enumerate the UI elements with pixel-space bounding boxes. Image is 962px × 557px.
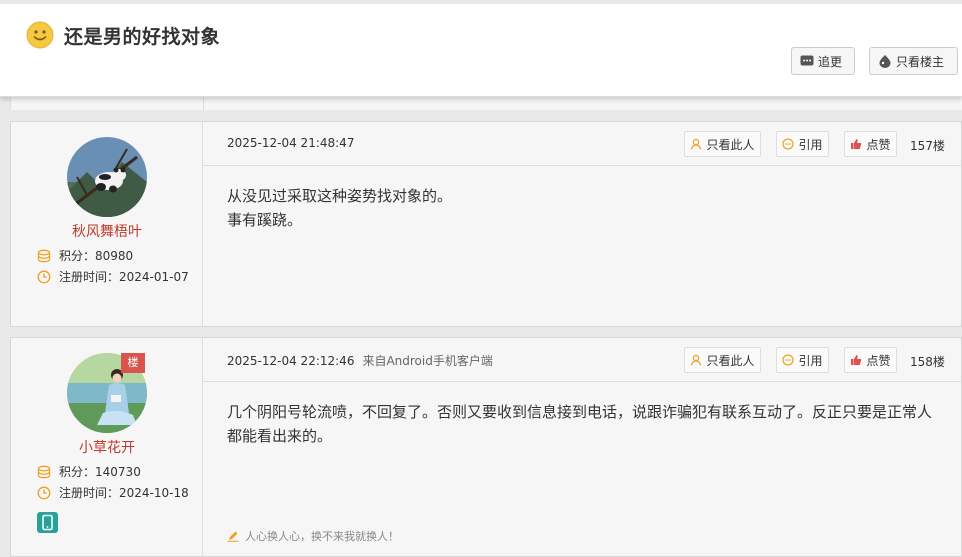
post-time: 2025-12-04 21:48:47 — [227, 136, 354, 150]
points-label: 积分： — [59, 249, 96, 263]
thumbs-up-icon — [851, 139, 862, 149]
points-label: 积分： — [59, 465, 96, 479]
drop-icon — [879, 55, 891, 68]
clock-icon — [37, 486, 51, 499]
floor-owner-badge: 楼 — [121, 353, 145, 373]
only-this-label: 只看此人 — [706, 353, 755, 368]
post-meta-bar: 2025-12-04 22:12:46 来自Android手机客户端 只看此人 引… — [203, 338, 961, 382]
like-button[interactable]: 点赞 — [844, 131, 897, 157]
only-this-label: 只看此人 — [706, 137, 755, 152]
post-source: 来自Android手机客户端 — [362, 354, 493, 368]
post-time-text: 2025-12-04 22:12:46 — [227, 354, 355, 368]
user-sidebar: 楼 小草花开 积分： 140730 注册时间： 2024-10-18 — [11, 338, 203, 556]
points-value: 140730 — [95, 464, 141, 479]
post-body: 从没见过采取这种姿势找对象的。 事有蹊跷。 — [227, 184, 937, 232]
owner-only-label: 只看楼主 — [896, 54, 945, 69]
quote-label: 引用 — [798, 353, 823, 368]
post-line: 事有蹊跷。 — [227, 211, 303, 229]
reg-label: 注册时间： — [59, 486, 120, 500]
coins-icon — [37, 465, 51, 478]
owner-only-button[interactable]: 只看楼主 — [869, 47, 958, 75]
quote-label: 引用 — [798, 137, 823, 152]
like-label: 点赞 — [866, 137, 891, 152]
post-line: 几个阴阳号轮流喷，不回复了。否则又要收到信息接到电话，说跟诈骗犯有联系互动了。反… — [227, 403, 933, 445]
quote-button[interactable]: 引用 — [776, 131, 829, 157]
points-value: 80980 — [95, 248, 134, 263]
reg-date-stat: 注册时间： 2024-10-18 — [37, 484, 189, 501]
mobile-client-icon — [37, 512, 58, 533]
avatar[interactable] — [67, 137, 147, 217]
username[interactable]: 秋风舞梧叶 — [11, 221, 203, 241]
only-this-user-button[interactable]: 只看此人 — [684, 347, 761, 373]
previous-post-tail — [10, 96, 962, 110]
follow-label: 追更 — [818, 54, 843, 69]
user-icon — [691, 138, 702, 150]
thread-title: 还是男的好找对象 — [64, 26, 221, 48]
thread-header: 还是男的好找对象 追更 只看楼主 — [0, 4, 962, 97]
post-content: 2025-12-04 21:48:47 只看此人 引用 点赞 157楼 从没见过… — [203, 122, 961, 326]
reg-date-stat: 注册时间： 2024-01-07 — [37, 268, 189, 285]
comment-icon — [800, 55, 814, 66]
coins-icon — [37, 249, 51, 262]
quote-icon — [782, 354, 795, 366]
username[interactable]: 小草花开 — [11, 437, 203, 457]
post-time: 2025-12-04 22:12:46 来自Android手机客户端 — [227, 352, 493, 369]
user-icon — [691, 354, 702, 366]
thumbs-up-icon — [851, 355, 862, 365]
reg-date: 2024-01-07 — [119, 269, 189, 284]
follow-button[interactable]: 追更 — [791, 47, 855, 75]
pencil-icon — [227, 531, 239, 542]
clock-icon — [37, 270, 51, 283]
floor-number: 158楼 — [910, 355, 945, 369]
post-time-text: 2025-12-04 21:48:47 — [227, 136, 355, 150]
user-signature: 人心换人心，换不来我就换人！ — [227, 528, 399, 544]
post-body: 几个阴阳号轮流喷，不回复了。否则又要收到信息接到电话，说跟诈骗犯有联系互动了。反… — [227, 400, 937, 448]
points-stat: 积分： 80980 — [37, 247, 133, 264]
floor-number: 157楼 — [910, 139, 945, 153]
reg-label: 注册时间： — [59, 270, 120, 284]
like-button[interactable]: 点赞 — [844, 347, 897, 373]
points-stat: 积分： 140730 — [37, 463, 141, 480]
smile-icon — [26, 21, 54, 49]
reg-date: 2024-10-18 — [119, 485, 189, 500]
post-line: 从没见过采取这种姿势找对象的。 — [227, 187, 453, 205]
post: 秋风舞梧叶 积分： 80980 注册时间： 2024-01-07 2025-12… — [10, 121, 962, 327]
user-sidebar: 秋风舞梧叶 积分： 80980 注册时间： 2024-01-07 — [11, 122, 203, 326]
quote-button[interactable]: 引用 — [776, 347, 829, 373]
only-this-user-button[interactable]: 只看此人 — [684, 131, 761, 157]
like-label: 点赞 — [866, 353, 891, 368]
post: 楼 小草花开 积分： 140730 注册时间： 2024-10-18 2025-… — [10, 337, 962, 557]
signature-text: 人心换人心，换不来我就换人！ — [245, 530, 399, 543]
quote-icon — [782, 138, 795, 150]
post-meta-bar: 2025-12-04 21:48:47 只看此人 引用 点赞 157楼 — [203, 122, 961, 166]
post-content: 2025-12-04 22:12:46 来自Android手机客户端 只看此人 引… — [203, 338, 961, 556]
